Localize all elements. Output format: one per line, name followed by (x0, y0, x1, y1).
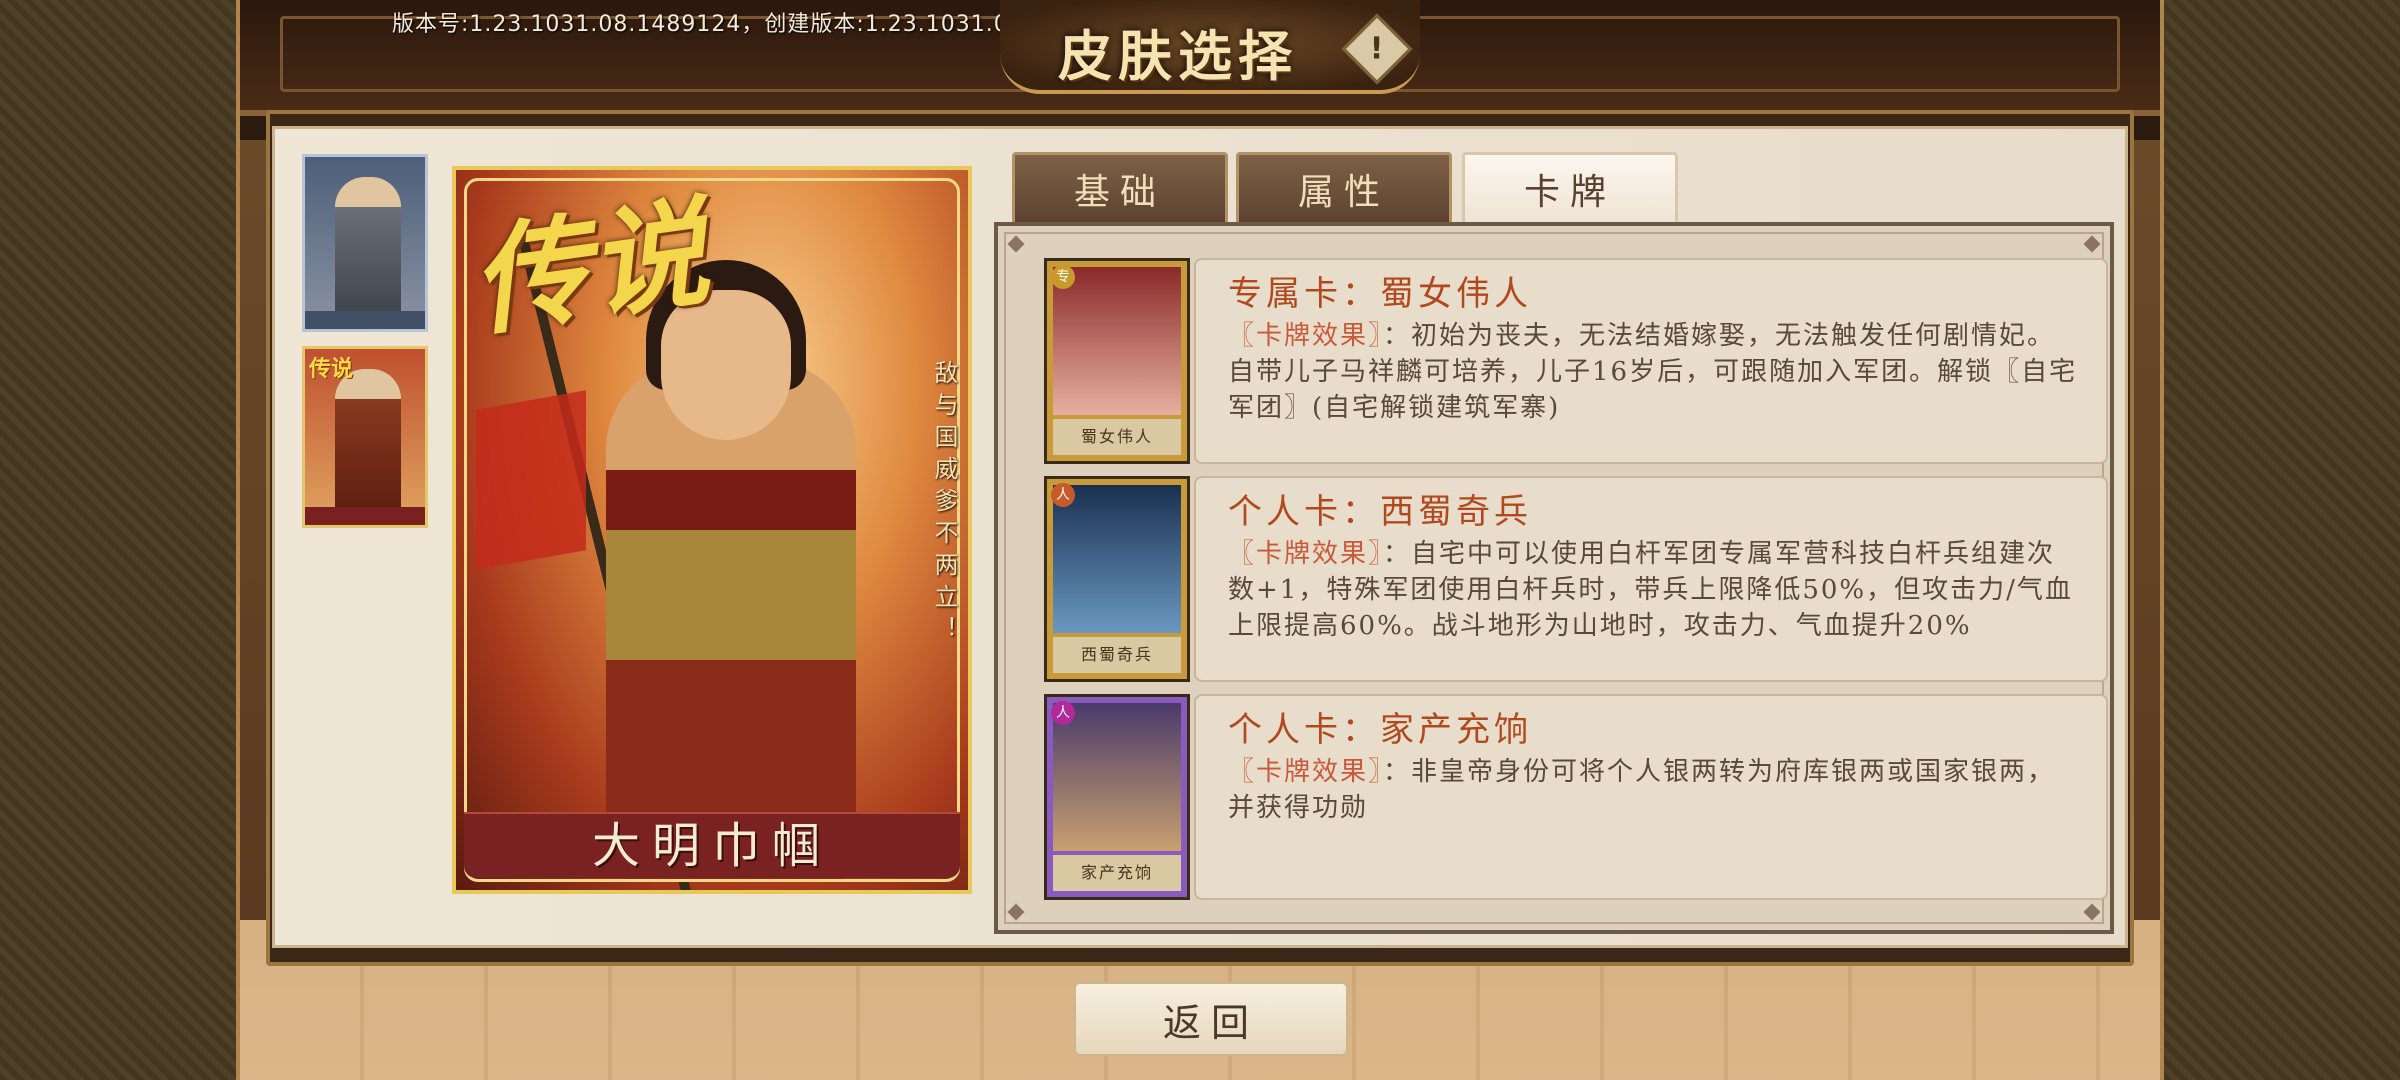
card-image-label: 蜀女伟人 (1053, 419, 1181, 455)
card-title: 个人卡：西蜀奇兵 (1228, 492, 1532, 532)
legend-badge: 传说 (309, 356, 354, 382)
warrior-portrait (335, 369, 401, 519)
card-image[interactable]: 人 家产充饷 (1044, 694, 1190, 900)
card-row-personal-2[interactable]: 人 家产充饷 个人卡：家产充饷 〖卡牌效果〗：非皇帝身份可将个人银两转为府库银两… (1044, 694, 2108, 900)
card-art (1053, 267, 1181, 415)
card-effect-text: ：初始为丧夫，无法结婚嫁娶，无法触发任何剧情妃。 (1383, 321, 2056, 351)
card-effect-label: 〖卡牌效果〗 (1228, 539, 1384, 569)
card-effect-label: 〖卡牌效果〗 (1228, 757, 1384, 787)
card-image[interactable]: 人 西蜀奇兵 (1044, 476, 1190, 682)
card-art (1053, 703, 1181, 851)
card-row-exclusive[interactable]: 专 蜀女伟人 专属卡：蜀女伟人 〖卡牌效果〗：初始为丧夫，无法结婚嫁娶，无法触发… (1044, 258, 2108, 464)
card-row-personal-1[interactable]: 人 西蜀奇兵 个人卡：西蜀奇兵 〖卡牌效果〗：自宅中可以使用白杆军团专属军营科技… (1044, 476, 2108, 682)
return-button[interactable]: 返回 (1074, 982, 1348, 1056)
card-description: 〖卡牌效果〗：非皇帝身份可将个人银两转为府库银两或国家银两，并获得功勋 (1228, 754, 2078, 826)
card-image-label: 家产充饷 (1053, 855, 1181, 891)
card-type-badge: 人 (1051, 483, 1075, 507)
rarity-label: 传说 (462, 182, 716, 353)
left-side-pattern (0, 0, 236, 1080)
card-type-badge: 人 (1051, 701, 1075, 725)
card-title: 专属卡：蜀女伟人 (1228, 274, 1532, 314)
tab-basic[interactable]: 基础 (1012, 152, 1228, 226)
card-type-badge: 专 (1051, 265, 1075, 289)
right-side-pattern (2164, 0, 2400, 1080)
tab-cards[interactable]: 卡牌 (1462, 152, 1678, 226)
warrior-portrait (335, 177, 401, 327)
exclamation-icon: ! (1370, 31, 1384, 67)
skin-preview-card: 传说 敌与国威爹不两立！ 大明巾帼 (452, 166, 972, 894)
card-effect-text-2: 自带儿子马祥麟可培养，儿子16岁后，可跟随加入军团。解锁〖自宅军团〗(自宅解锁建… (1228, 357, 2078, 423)
card-image[interactable]: 专 蜀女伟人 (1044, 258, 1190, 464)
card-title: 个人卡：家产充饷 (1228, 710, 1532, 750)
skin-quote: 敌与国威爹不两立！ (930, 360, 958, 648)
page-title: 皮肤选择 (1058, 24, 1298, 88)
card-description: 〖卡牌效果〗：自宅中可以使用白杆军团专属军营科技白杆兵组建次数+1，特殊军团使用… (1228, 536, 2078, 644)
card-art (1053, 485, 1181, 633)
card-image-label: 西蜀奇兵 (1053, 637, 1181, 673)
card-effect-label: 〖卡牌效果〗 (1228, 321, 1384, 351)
card-description: 〖卡牌效果〗：初始为丧夫，无法结婚嫁娶，无法触发任何剧情妃。 自带儿子马祥麟可培… (1228, 318, 2078, 426)
tab-attributes[interactable]: 属性 (1236, 152, 1452, 226)
skin-thumbnail-legend[interactable]: 传说 (302, 346, 428, 528)
skin-name: 大明巾帼 (591, 818, 832, 874)
skin-thumbnail-default[interactable] (302, 154, 428, 332)
